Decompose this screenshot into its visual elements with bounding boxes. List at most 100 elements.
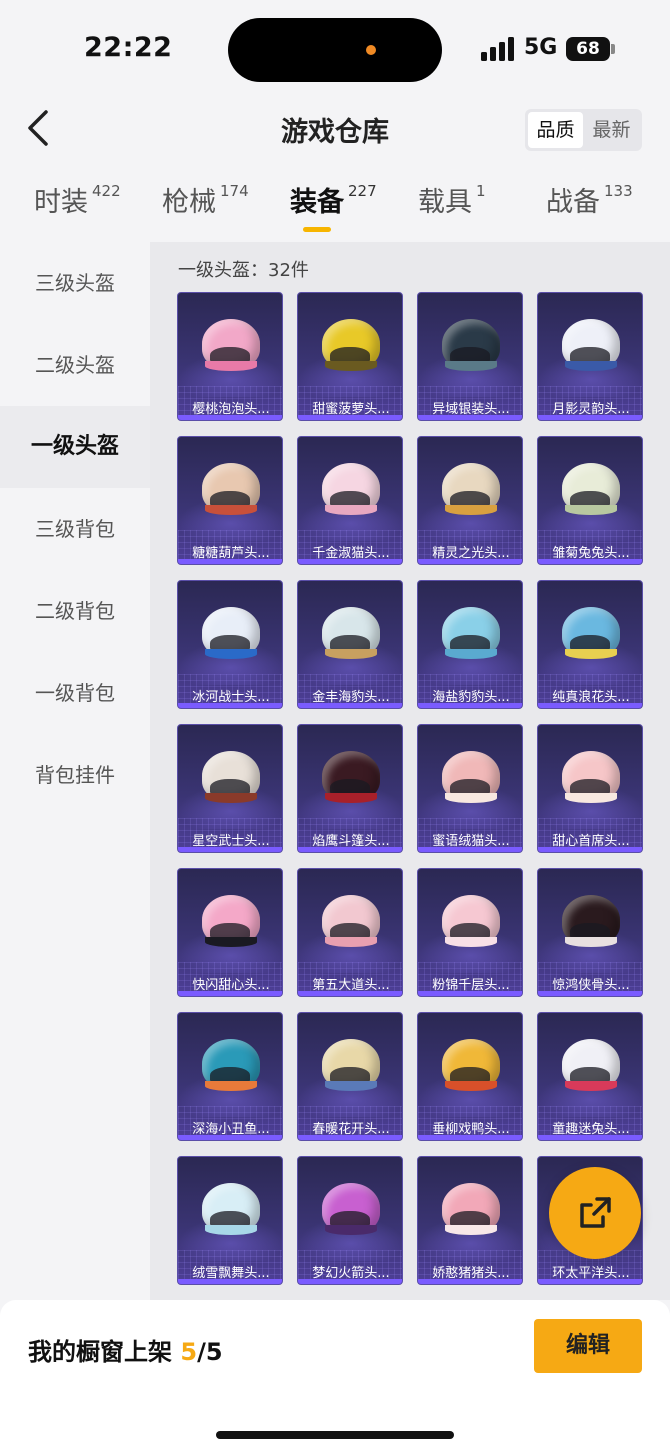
helmet-icon [202, 889, 260, 951]
helmet-item-card[interactable]: 千金淑猫头... [297, 436, 403, 565]
helmet-item-card[interactable]: 娇憨猪猪头... [417, 1156, 523, 1285]
edit-button[interactable]: 编辑 [534, 1319, 642, 1373]
helmet-icon [202, 601, 260, 663]
item-name: 千金淑猫头... [312, 546, 390, 561]
tab-vehicles[interactable]: 载具 1 [418, 180, 486, 236]
helmet-item-card[interactable]: 第五大道头... [297, 868, 403, 997]
helmet-item-card[interactable]: 童趣迷兔头... [537, 1012, 643, 1141]
item-name: 甜蜜菠萝头... [312, 402, 390, 417]
sort-newest-button[interactable]: 最新 [584, 112, 639, 148]
showcase-text: 我的橱窗上架 [28, 1338, 172, 1366]
helmet-icon [202, 457, 260, 519]
item-name: 精灵之光头... [432, 546, 510, 561]
helmet-item-card[interactable]: 春暖花开头... [297, 1012, 403, 1141]
active-tab-indicator [303, 227, 331, 232]
tab-weapons[interactable]: 枪械 174 [162, 180, 249, 236]
tab-gear[interactable]: 战备 133 [546, 180, 633, 236]
helmet-item-card[interactable]: 星空武士头... [177, 724, 283, 853]
showcase-count: 5 [180, 1338, 198, 1366]
tab-label: 枪械 [162, 187, 216, 218]
item-name: 深海小丑鱼... [192, 1122, 270, 1137]
category-tabs: 时装 422 枪械 174 装备 227 载具 1 战备 133 [0, 180, 670, 236]
item-name: 春暖花开头... [312, 1122, 390, 1137]
item-name: 雏菊兔兔头... [552, 546, 630, 561]
item-name: 纯真浪花头... [552, 690, 630, 705]
helmet-icon [562, 745, 620, 807]
item-name: 月影灵韵头... [552, 402, 630, 417]
helmet-item-card[interactable]: 蜜语绒猫头... [417, 724, 523, 853]
helmet-icon [562, 457, 620, 519]
network-label: 5G [524, 35, 558, 60]
helmet-item-card[interactable]: 海盐豹豹头... [417, 580, 523, 709]
sidebar-item-backpack-charm[interactable]: 背包挂件 [0, 734, 150, 816]
camera-indicator-icon [366, 45, 376, 55]
item-name: 娇憨猪猪头... [432, 1266, 510, 1281]
sort-quality-button[interactable]: 品质 [528, 112, 583, 148]
item-name: 甜心首席头... [552, 834, 630, 849]
helmet-icon [442, 889, 500, 951]
helmet-icon [562, 889, 620, 951]
item-name: 惊鸿侠骨头... [552, 978, 630, 993]
helmet-item-card[interactable]: 月影灵韵头... [537, 292, 643, 421]
helmet-item-card[interactable]: 异域银装头... [417, 292, 523, 421]
helmet-icon [442, 457, 500, 519]
tab-label: 时装 [34, 187, 88, 218]
helmet-icon [322, 601, 380, 663]
helmet-item-card[interactable]: 甜心首席头... [537, 724, 643, 853]
tab-count: 422 [92, 182, 121, 200]
helmet-item-card[interactable]: 惊鸿侠骨头... [537, 868, 643, 997]
sidebar-item-level2-backpack[interactable]: 二级背包 [0, 570, 150, 652]
helmet-icon [322, 313, 380, 375]
helmet-item-card[interactable]: 樱桃泡泡头... [177, 292, 283, 421]
helmet-item-card[interactable]: 甜蜜菠萝头... [297, 292, 403, 421]
helmet-icon [322, 457, 380, 519]
helmet-item-card[interactable]: 垂柳戏鸭头... [417, 1012, 523, 1141]
helmet-item-card[interactable]: 糖糖葫芦头... [177, 436, 283, 565]
item-name: 环太平洋头... [552, 1266, 630, 1281]
helmet-icon [322, 889, 380, 951]
sidebar: 三级头盔 二级头盔 一级头盔 三级背包 二级背包 一级背包 背包挂件 [0, 242, 150, 1300]
share-button[interactable] [549, 1167, 641, 1259]
helmet-item-card[interactable]: 焰鹰斗篷头... [297, 724, 403, 853]
helmet-icon [442, 1177, 500, 1239]
tab-count: 227 [348, 182, 377, 200]
item-name: 异域银装头... [432, 402, 510, 417]
battery-icon: 68 [566, 37, 610, 61]
showcase-label: 我的橱窗上架 5/5 [28, 1332, 223, 1367]
status-time: 22:22 [84, 32, 173, 63]
sidebar-item-level3-backpack[interactable]: 三级背包 [0, 488, 150, 570]
helmet-item-card[interactable]: 金丰海豹头... [297, 580, 403, 709]
tab-fashion[interactable]: 时装 422 [34, 180, 121, 236]
helmet-icon [442, 1033, 500, 1095]
helmet-item-card[interactable]: 快闪甜心头... [177, 868, 283, 997]
helmet-item-card[interactable]: 梦幻火箭头... [297, 1156, 403, 1285]
sidebar-item-level2-helmet[interactable]: 二级头盔 [0, 324, 150, 406]
share-icon [580, 1197, 611, 1228]
sidebar-item-level1-backpack[interactable]: 一级背包 [0, 652, 150, 734]
home-indicator[interactable] [216, 1431, 454, 1439]
item-grid-panel: 一级头盔：32件 樱桃泡泡头... 甜蜜菠萝头... 异域银装头... 月影灵韵头..… [150, 242, 670, 1300]
helmet-icon [442, 313, 500, 375]
helmet-item-card[interactable]: 冰河战士头... [177, 580, 283, 709]
item-name: 金丰海豹头... [312, 690, 390, 705]
tab-label: 战备 [546, 187, 600, 218]
helmet-item-card[interactable]: 雏菊兔兔头... [537, 436, 643, 565]
helmet-item-card[interactable]: 精灵之光头... [417, 436, 523, 565]
helmet-item-card[interactable]: 深海小丑鱼... [177, 1012, 283, 1141]
helmet-icon [322, 1033, 380, 1095]
tab-label: 载具 [418, 187, 472, 218]
tab-count: 174 [220, 182, 249, 200]
battery-cap [611, 44, 615, 54]
helmet-icon [442, 745, 500, 807]
item-name: 粉锦千层头... [432, 978, 510, 993]
helmet-icon [442, 601, 500, 663]
sidebar-item-level1-helmet[interactable]: 一级头盔 [0, 406, 150, 488]
item-name: 第五大道头... [312, 978, 390, 993]
helmet-item-card[interactable]: 纯真浪花头... [537, 580, 643, 709]
item-name: 星空武士头... [192, 834, 270, 849]
sidebar-item-level3-helmet[interactable]: 三级头盔 [0, 242, 150, 324]
helmet-item-card[interactable]: 绒雪飘舞头... [177, 1156, 283, 1285]
helmet-icon [202, 1033, 260, 1095]
helmet-item-card[interactable]: 粉锦千层头... [417, 868, 523, 997]
item-name: 绒雪飘舞头... [192, 1266, 270, 1281]
